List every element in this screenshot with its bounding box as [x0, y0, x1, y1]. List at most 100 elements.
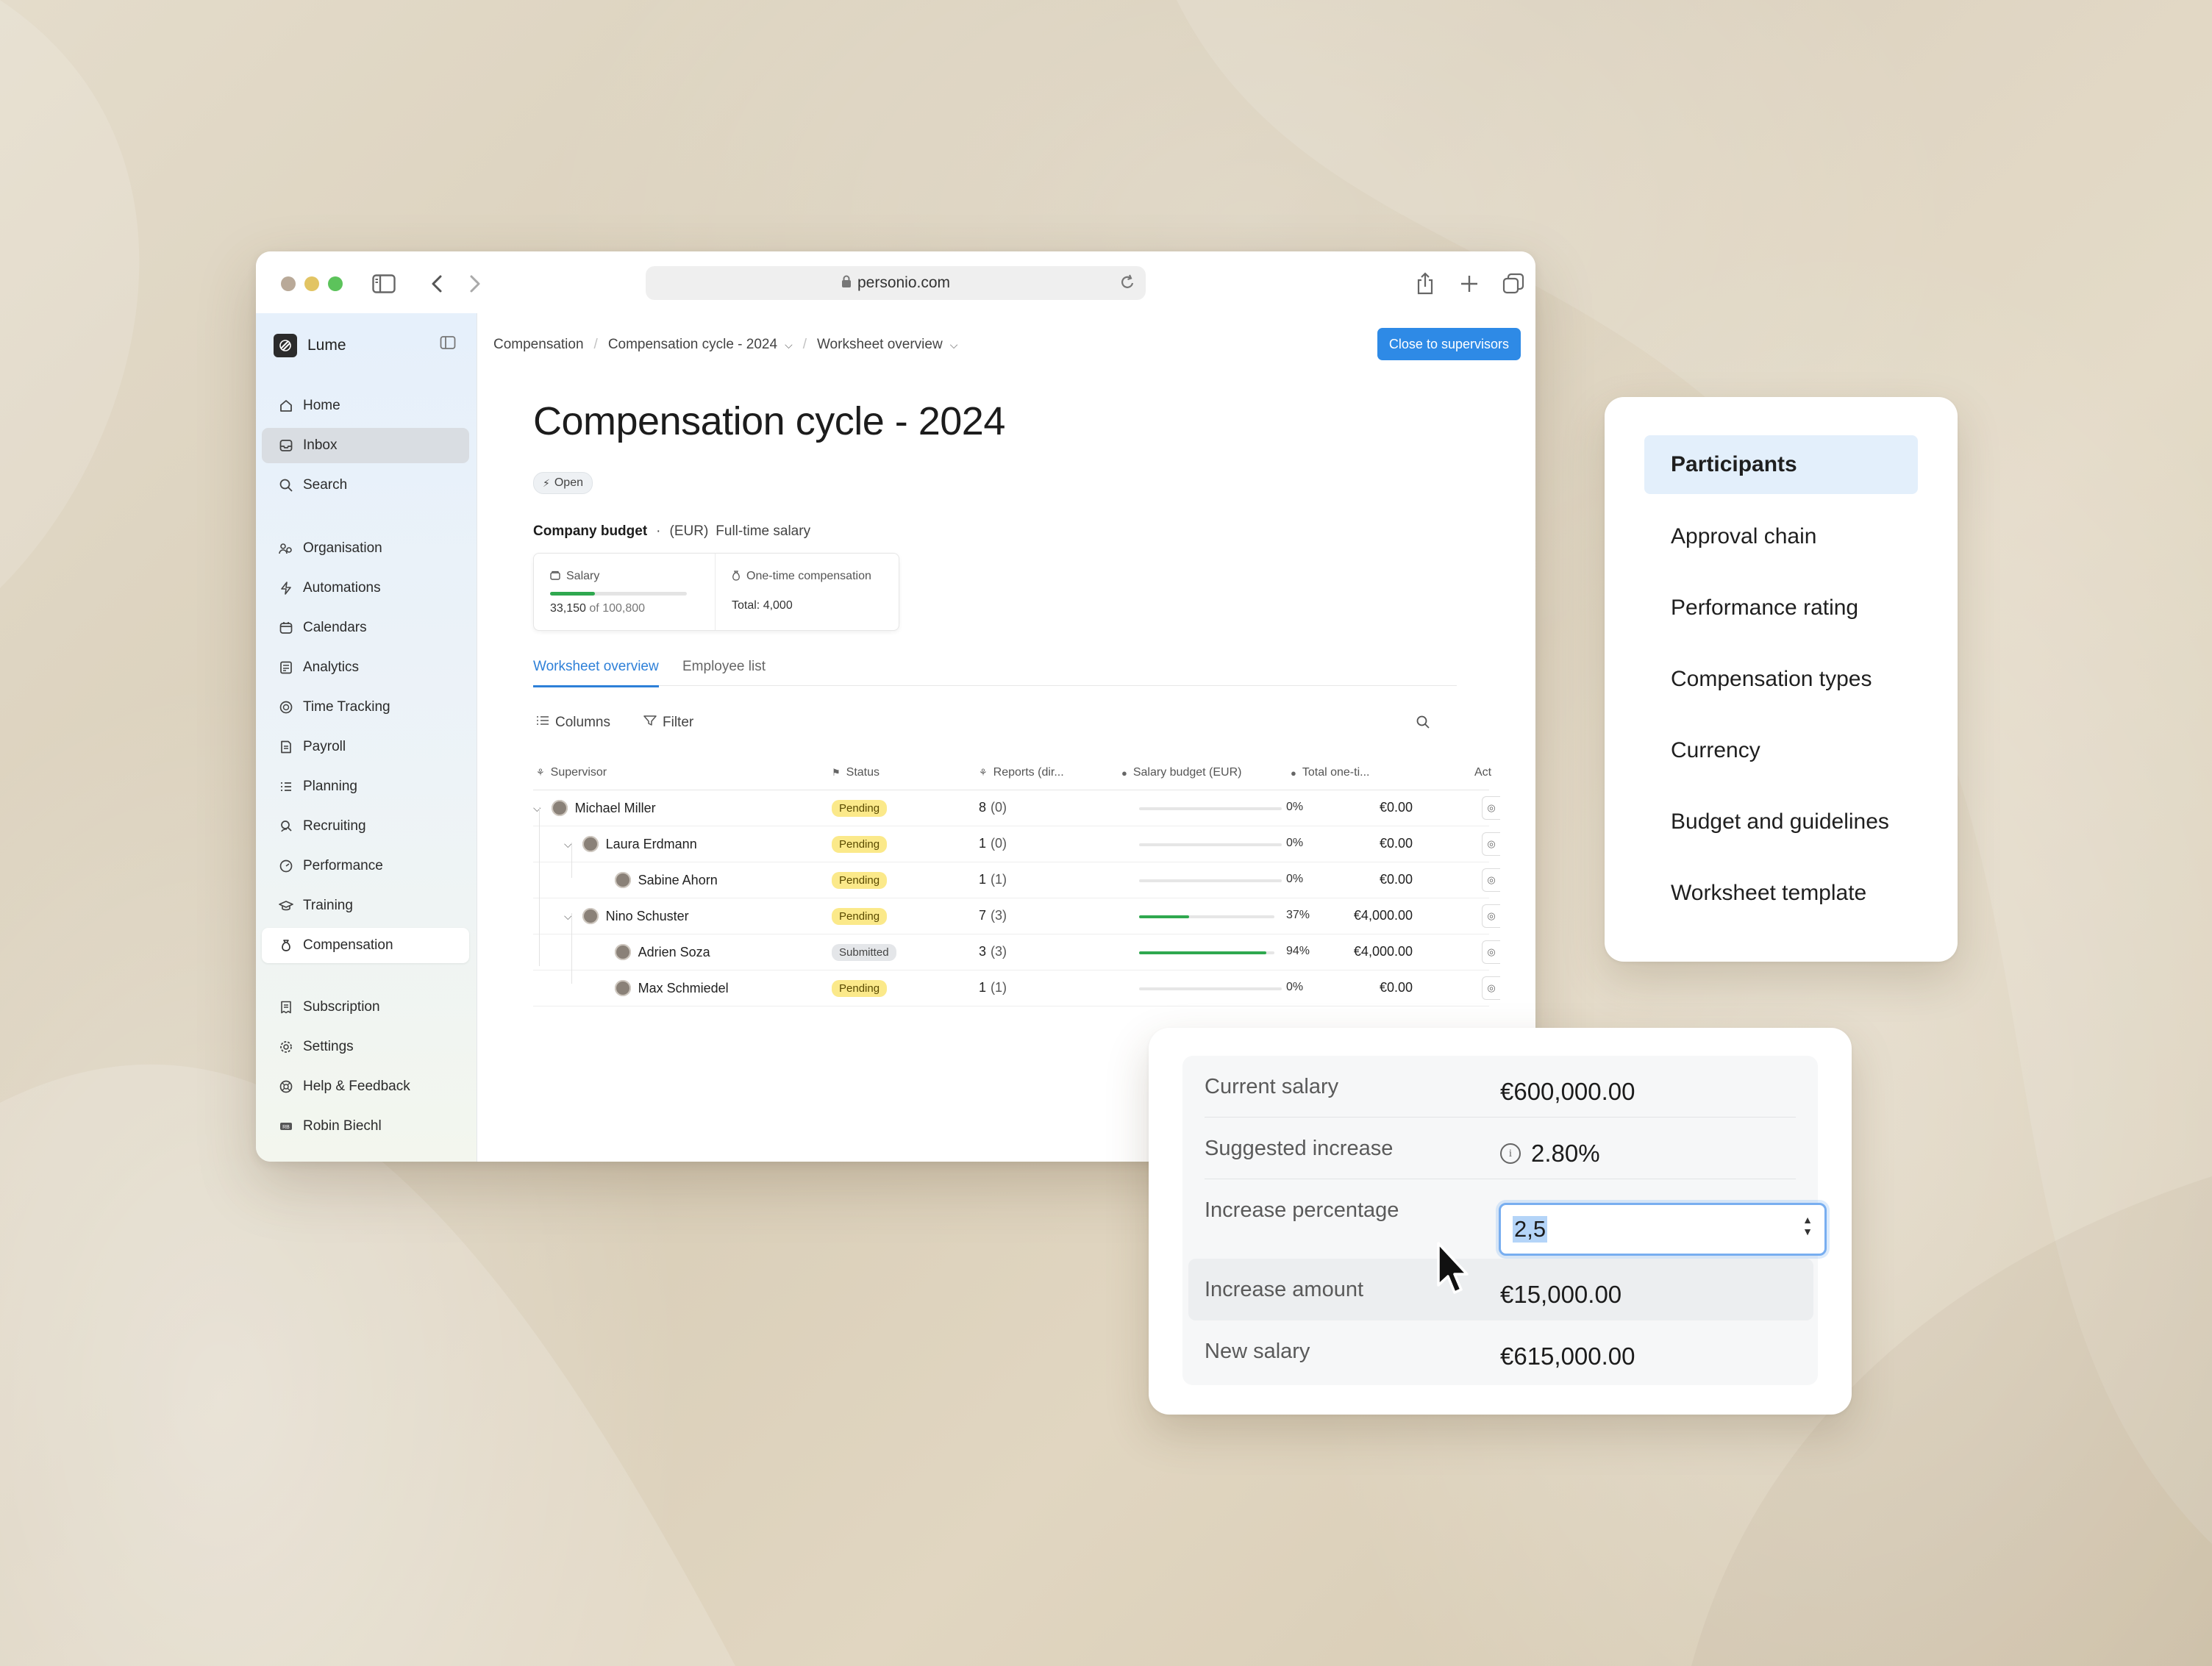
menu-item-compensation-types[interactable]: Compensation types [1644, 650, 1918, 709]
status-badge: Submitted [832, 944, 896, 961]
chevron-down-icon[interactable]: ⌵ [785, 339, 793, 351]
nav-inbox[interactable]: Inbox [262, 428, 469, 463]
nav-time-tracking[interactable]: Time Tracking [262, 690, 469, 725]
tab-worksheet-overview[interactable]: Worksheet overview [533, 659, 659, 687]
nav-recruiting[interactable]: Recruiting [262, 809, 469, 844]
suggested-increase-label: Suggested increase [1205, 1137, 1394, 1160]
share-icon[interactable] [1412, 271, 1438, 297]
supervisor-name[interactable]: Michael Miller [575, 801, 656, 816]
nav-compensation[interactable]: Compensation [262, 928, 469, 963]
tab-employee-list[interactable]: Employee list [682, 659, 766, 685]
column-total-onetime[interactable]: ● Total one-ti... [1291, 766, 1369, 779]
payroll-icon [278, 739, 294, 755]
supervisor-name[interactable]: Nino Schuster [606, 909, 689, 924]
address-bar[interactable]: personio.com [646, 266, 1146, 300]
nav-payroll[interactable]: Payroll [262, 729, 469, 765]
forward-icon[interactable] [462, 271, 488, 297]
salary-budget-percent: 37% [1286, 909, 1310, 921]
table-search-icon[interactable] [1416, 715, 1430, 729]
nav-label: Recruiting [303, 818, 366, 834]
nav-calendars[interactable]: Calendars [262, 610, 469, 646]
nav-performance[interactable]: Performance [262, 848, 469, 884]
back-icon[interactable] [424, 271, 450, 297]
column-salary-budget[interactable]: ● Salary budget (EUR) [1121, 766, 1241, 779]
nav-training[interactable]: Training [262, 888, 469, 923]
money-bag-icon [732, 570, 741, 583]
table-body: ⌵ Michael Miller Pending 8 (0) 0% €0.00 ◎ ⌵ Laura… [533, 790, 1500, 1007]
table-row[interactable]: ⌵ Nino Schuster Pending 7 (3) 37% €4,000.00 ◎ [533, 898, 1500, 934]
svg-text:RB: RB [282, 1125, 290, 1130]
nav-label: Subscription [303, 999, 380, 1015]
breadcrumb-cycle[interactable]: Compensation cycle - 2024 [608, 337, 777, 353]
supervisor-name[interactable]: Adrien Soza [638, 945, 710, 960]
supervisor-name[interactable]: Sabine Ahorn [638, 873, 718, 888]
table-row[interactable]: ⌵Adrien Soza Submitted 3 (3) 94% €4,000.00 ◎ [533, 934, 1500, 970]
table-row[interactable]: ⌵Sabine Ahorn Pending 1 (1) 0% €0.00 ◎ [533, 862, 1500, 898]
nav-search[interactable]: Search [262, 468, 469, 503]
minimize-window-button[interactable] [304, 276, 319, 291]
supervisor-name[interactable]: Max Schmiedel [638, 981, 729, 996]
close-window-button[interactable] [281, 276, 296, 291]
nav-label: Training [303, 898, 353, 913]
menu-item-participants[interactable]: Participants [1644, 435, 1918, 494]
planning-icon [278, 779, 294, 795]
supervisor-cell: ⌵Sabine Ahorn [596, 872, 718, 888]
nav-label: Planning [303, 779, 357, 794]
nav-settings[interactable]: Settings [262, 1029, 469, 1065]
sidebar-toggle-icon[interactable] [371, 271, 397, 297]
row-action-icon[interactable]: ◎ [1482, 868, 1500, 892]
tree-connector [571, 913, 572, 984]
column-supervisor[interactable]: ⚘︎ Supervisor [536, 766, 607, 779]
column-actions[interactable]: Act [1474, 766, 1491, 779]
browser-toolbar: personio.com [256, 251, 1535, 314]
salary-budget-percent: 0% [1286, 837, 1304, 849]
lock-icon [841, 275, 852, 292]
row-action-icon[interactable]: ◎ [1482, 796, 1500, 820]
menu-item-approval-chain[interactable]: Approval chain [1644, 507, 1918, 566]
row-action-icon[interactable]: ◎ [1482, 904, 1500, 928]
nav-help[interactable]: Help & Feedback [262, 1069, 469, 1104]
table-row[interactable]: ⌵ Laura Erdmann Pending 1 (0) 0% €0.00 ◎ [533, 826, 1500, 862]
nav-user-profile[interactable]: RB Robin Biechl [262, 1109, 469, 1144]
nav-planning[interactable]: Planning [262, 769, 469, 804]
maximize-window-button[interactable] [328, 276, 343, 291]
row-action-icon[interactable]: ◎ [1482, 976, 1500, 1000]
row-action-icon[interactable]: ◎ [1482, 832, 1500, 856]
row-action-icon[interactable]: ◎ [1482, 940, 1500, 964]
breadcrumb-worksheet[interactable]: Worksheet overview [817, 337, 943, 353]
column-status[interactable]: ⚑︎ Status [832, 766, 880, 779]
salary-budget-progress [1139, 951, 1274, 954]
menu-item-worksheet-template[interactable]: Worksheet template [1644, 864, 1918, 923]
budget-card: Salary 33,150 of 100,800 One-time compen… [533, 553, 899, 631]
close-to-supervisors-button[interactable]: Close to supervisors [1377, 328, 1521, 360]
filter-button[interactable]: Filter [643, 715, 693, 731]
nav-organisation[interactable]: Organisation [262, 531, 469, 566]
increase-percentage-input[interactable]: 2,5 ▲ ▼ [1499, 1203, 1827, 1256]
supervisor-name[interactable]: Laura Erdmann [606, 837, 697, 852]
new-tab-icon[interactable] [1456, 271, 1483, 297]
nav-analytics[interactable]: Analytics [262, 650, 469, 685]
stepper-icon[interactable]: ▲ ▼ [1802, 1214, 1813, 1237]
money-bag-icon: ● [1121, 767, 1127, 779]
workspace-switcher[interactable]: Lume [274, 334, 346, 357]
chevron-down-icon[interactable]: ⌵ [950, 339, 958, 351]
onetime-budget-total: Total: 4,000 [732, 599, 793, 612]
table-row[interactable]: ⌵Max Schmiedel Pending 1 (1) 0% €0.00 ◎ [533, 970, 1500, 1007]
chevron-down-icon[interactable]: ⌵ [533, 802, 541, 815]
info-icon[interactable]: i [1500, 1143, 1521, 1164]
menu-item-budget-guidelines[interactable]: Budget and guidelines [1644, 793, 1918, 851]
subscription-icon [278, 999, 294, 1015]
nav-home[interactable]: Home [262, 388, 469, 423]
tabs-icon[interactable] [1500, 271, 1527, 297]
column-reports[interactable]: ⚘︎ Reports (dir... [979, 766, 1064, 779]
reload-icon[interactable] [1119, 274, 1135, 296]
columns-button[interactable]: Columns [536, 715, 610, 731]
nav-automations[interactable]: Automations [262, 571, 469, 606]
collapse-sidebar-icon[interactable] [440, 335, 456, 354]
nav-subscription[interactable]: Subscription [262, 990, 469, 1025]
breadcrumb-compensation[interactable]: Compensation [493, 337, 584, 353]
budget-header: Company budget · (EUR) Full-time salary [533, 523, 810, 540]
table-row[interactable]: ⌵ Michael Miller Pending 8 (0) 0% €0.00 ◎ [533, 790, 1500, 826]
menu-item-currency[interactable]: Currency [1644, 721, 1918, 780]
menu-item-performance-rating[interactable]: Performance rating [1644, 579, 1918, 637]
